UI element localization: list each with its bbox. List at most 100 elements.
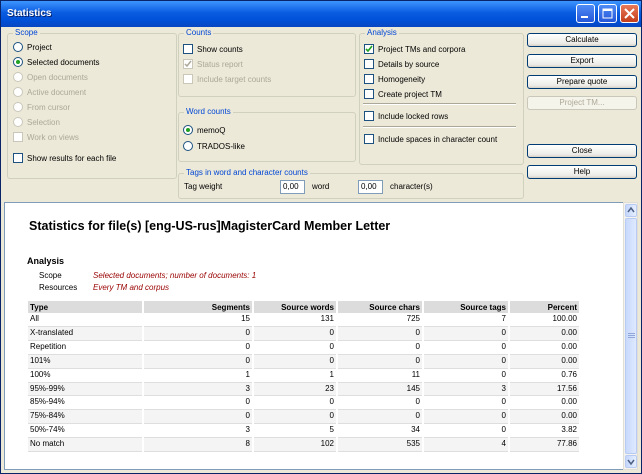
column-header: Source tags	[423, 301, 510, 313]
column-header: Source words	[253, 301, 338, 313]
report-heading: Statistics for file(s) [eng-US-rus]Magis…	[29, 219, 391, 233]
scope-open-documents-label: Open documents	[27, 72, 88, 82]
vertical-scrollbar[interactable]	[623, 202, 638, 470]
calculate-button[interactable]: Calculate	[527, 33, 637, 47]
table-cell: 34	[337, 423, 424, 439]
scope-from-cursor-radio: From cursor	[13, 101, 70, 113]
show-counts-checkbox[interactable]: Show counts	[183, 43, 243, 55]
table-cell: Repetition	[28, 340, 144, 355]
table-cell: 75%-84%	[28, 409, 144, 425]
table-cell: 1	[253, 368, 338, 383]
trados-like-radio[interactable]: TRADOS-like	[183, 140, 245, 152]
tag-weight-word-input[interactable]: 0,00	[280, 180, 305, 194]
include-target-counts-label: Include target counts	[197, 74, 272, 84]
table-cell: 0	[143, 395, 254, 411]
table-cell: 85%-94%	[28, 395, 144, 411]
include-locked-rows-label: Include locked rows	[378, 111, 449, 121]
help-button[interactable]: Help	[527, 165, 637, 179]
table-cell: 0	[423, 423, 510, 439]
check-icon	[365, 45, 373, 53]
scroll-down-button[interactable]	[625, 455, 637, 468]
table-cell: 101%	[28, 354, 144, 369]
table-cell: 0	[143, 409, 254, 425]
checkbox-box	[364, 59, 374, 69]
checkbox-box	[183, 44, 193, 54]
resources-key: Resources	[39, 283, 78, 292]
word-counts-group-label: Word counts	[184, 107, 233, 116]
table-cell: 0	[337, 395, 424, 411]
radio-circle	[13, 72, 23, 82]
table-cell: X-translated	[28, 326, 144, 341]
scope-project-radio[interactable]: Project	[13, 41, 52, 53]
table-cell: 1	[143, 368, 254, 383]
table-cell: 0	[337, 326, 424, 341]
project-tms-corpora-checkbox[interactable]: Project TMs and corpora	[364, 43, 465, 55]
work-on-views-label: Work on views	[27, 132, 79, 142]
scope-project-label: Project	[27, 42, 52, 52]
checkbox-box	[183, 74, 193, 84]
radio-circle-selected	[183, 125, 193, 135]
scroll-thumb[interactable]	[625, 218, 637, 454]
tag-weight-label: Tag weight	[184, 182, 223, 191]
scope-active-document-label: Active document	[27, 87, 87, 97]
create-project-tm-checkbox[interactable]: Create project TM	[364, 88, 442, 100]
table-cell: 0	[253, 395, 338, 411]
checkbox-box	[364, 111, 374, 121]
table-cell: 7	[423, 313, 510, 327]
check-icon	[184, 60, 192, 68]
include-spaces-checkbox[interactable]: Include spaces in character count	[364, 133, 497, 145]
tag-weight-character-input[interactable]: 0,00	[358, 180, 383, 194]
checkbox-box	[364, 134, 374, 144]
table-cell: 8	[143, 437, 254, 453]
table-header-row: Type Segments Source words Source chars …	[28, 301, 581, 313]
minimize-button[interactable]	[576, 4, 595, 23]
close-window-button[interactable]	[620, 4, 639, 23]
table-cell: 3	[423, 382, 510, 397]
show-results-each-file-label: Show results for each file	[27, 153, 117, 163]
table-cell: 11	[337, 368, 424, 383]
memoq-radio[interactable]: memoQ	[183, 124, 225, 136]
maximize-button[interactable]	[598, 4, 617, 23]
word-counts-group: Word counts	[178, 107, 356, 162]
prepare-quote-button[interactable]: Prepare quote	[527, 75, 637, 89]
homogeneity-checkbox[interactable]: Homogeneity	[364, 73, 425, 85]
export-button[interactable]: Export	[527, 54, 637, 68]
table-cell: 0.00	[509, 395, 581, 411]
table-row: No match 8 102 535 4 77.86	[28, 437, 581, 453]
homogeneity-label: Homogeneity	[378, 74, 426, 84]
trados-like-label: TRADOS-like	[197, 141, 246, 151]
show-results-each-file-checkbox[interactable]: Show results for each file	[13, 152, 116, 164]
table-cell: 100%	[28, 368, 144, 383]
counts-group-label: Counts	[184, 28, 214, 37]
table-cell: 131	[253, 313, 338, 327]
scope-selected-documents-radio[interactable]: Selected documents	[13, 56, 100, 68]
table-cell: 0	[337, 354, 424, 369]
table-cell: 95%-99%	[28, 382, 144, 397]
table-row: 85%-94% 0 0 0 0 0.00	[28, 395, 581, 411]
table-cell: 23	[253, 382, 338, 397]
title-bar[interactable]: Statistics	[1, 1, 641, 27]
project-tm-button: Project TM...	[527, 96, 637, 110]
scope-open-documents-radio: Open documents	[13, 71, 88, 83]
include-locked-rows-checkbox[interactable]: Include locked rows	[364, 110, 448, 122]
radio-circle	[13, 87, 23, 97]
checkbox-box	[13, 132, 23, 142]
scroll-up-button[interactable]	[625, 204, 637, 217]
analysis-table: Type Segments Source words Source chars …	[28, 301, 581, 453]
maximize-icon	[602, 8, 613, 19]
radio-circle	[183, 141, 193, 151]
table-cell: 0	[423, 368, 510, 383]
table-cell: 0	[337, 340, 424, 355]
table-cell: 0	[423, 340, 510, 355]
close-button[interactable]: Close	[527, 144, 637, 158]
arrow-down-icon	[627, 459, 635, 466]
scope-selected-documents-label: Selected documents	[27, 57, 100, 67]
table-row: Repetition 0 0 0 0 0.00	[28, 340, 581, 355]
analysis-divider	[363, 103, 516, 105]
table-cell: 4	[423, 437, 510, 453]
table-cell: 3	[143, 382, 254, 397]
table-cell: 0	[423, 409, 510, 425]
table-cell: 0	[423, 326, 510, 341]
tags-group-label: Tags in word and character counts	[184, 168, 310, 177]
details-by-source-checkbox[interactable]: Details by source	[364, 58, 439, 70]
